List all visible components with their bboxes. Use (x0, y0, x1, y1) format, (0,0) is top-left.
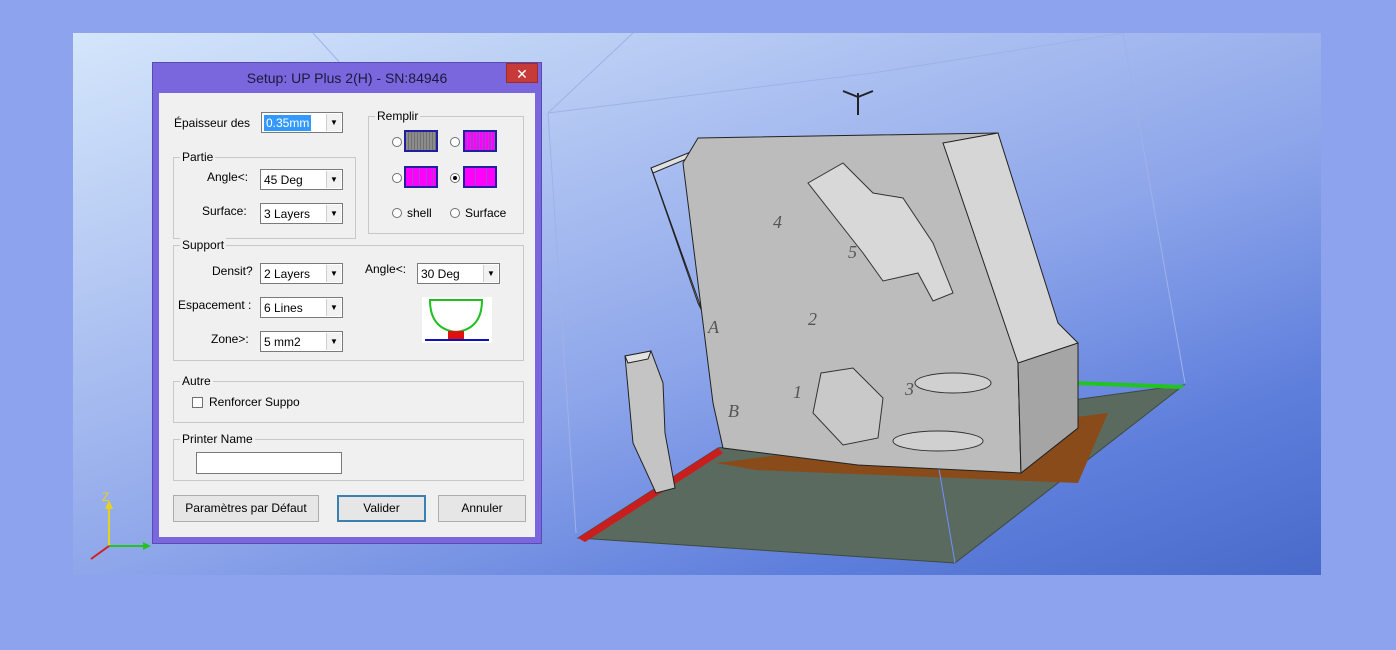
fill-option-4-swatch (463, 166, 497, 188)
close-icon[interactable]: ✕ (506, 63, 538, 83)
fill-option-4-radio[interactable] (450, 173, 460, 183)
support-spacing-label: Espacement : (178, 298, 252, 312)
support-density-label: Densit? (212, 264, 253, 278)
support-angle-value: 30 Deg (421, 267, 460, 281)
thickness-label: Épaisseur des (174, 116, 251, 130)
cancel-button[interactable]: Annuler (438, 495, 526, 522)
autre-legend: Autre (180, 374, 213, 388)
part-label: 3 (904, 379, 914, 399)
support-angle-label: Angle<: (365, 262, 407, 276)
thickness-select[interactable]: 0.35mm ▼ (261, 112, 343, 133)
fill-option-3-swatch (404, 166, 438, 188)
part-label: 2 (808, 309, 817, 329)
support-spacing-select[interactable]: 6 Lines ▼ (260, 297, 343, 318)
partie-legend: Partie (180, 150, 216, 164)
support-zone-value: 5 mm2 (264, 335, 301, 349)
support-shape-icon (422, 297, 492, 343)
fill-option-3-radio[interactable] (392, 173, 402, 183)
part-label: A (707, 317, 720, 337)
chevron-down-icon[interactable]: ▼ (326, 205, 341, 222)
dialog-title: Setup: UP Plus 2(H) - SN:84946 (246, 70, 448, 86)
fill-surface-radio[interactable] (450, 208, 460, 218)
fill-option-1-swatch (404, 130, 438, 152)
defaults-button[interactable]: Paramètres par Défaut (173, 495, 319, 522)
support-spacing-value: 6 Lines (264, 301, 303, 315)
dialog-body: Épaisseur des 0.35mm ▼ Partie Angle<: 45… (159, 93, 535, 537)
part-label: 5 (848, 242, 857, 262)
thickness-value: 0.35mm (264, 115, 312, 131)
printer-legend: Printer Name (180, 432, 255, 446)
partie-surface-label: Surface: (202, 204, 247, 218)
chevron-down-icon[interactable]: ▼ (326, 265, 341, 282)
partie-angle-select[interactable]: 45 Deg ▼ (260, 169, 343, 190)
fill-surface-label: Surface (465, 206, 507, 220)
support-zone-label: Zone>: (211, 332, 249, 346)
fill-shell-label: shell (407, 206, 432, 220)
partie-angle-value: 45 Deg (264, 173, 303, 187)
printer-name-input[interactable] (196, 452, 342, 474)
fill-option-2-swatch (463, 130, 497, 152)
part-label: 1 (793, 382, 802, 402)
remplir-legend: Remplir (375, 109, 421, 123)
support-density-select[interactable]: 2 Layers ▼ (260, 263, 343, 284)
chevron-down-icon[interactable]: ▼ (483, 265, 498, 282)
support-legend: Support (180, 238, 227, 252)
axis-gizmo-icon: Z (90, 490, 151, 560)
model-part[interactable] (650, 132, 1079, 475)
partie-surface-select[interactable]: 3 Layers ▼ (260, 203, 343, 224)
view-center-icon (842, 90, 874, 115)
chevron-down-icon[interactable]: ▼ (326, 333, 341, 350)
fill-shell-radio[interactable] (392, 208, 402, 218)
part-label: B (728, 401, 739, 421)
support-angle-select[interactable]: 30 Deg ▼ (417, 263, 500, 284)
setup-dialog: Setup: UP Plus 2(H) - SN:84946 ✕ Épaisse… (152, 62, 542, 544)
fill-option-2-radio[interactable] (450, 137, 460, 147)
partie-surface-value: 3 Layers (264, 207, 311, 221)
axis-z-label: Z (102, 490, 109, 504)
reinforce-support-checkbox[interactable] (192, 397, 203, 408)
reinforce-support-label: Renforcer Suppo (209, 395, 300, 409)
chevron-down-icon[interactable]: ▼ (326, 114, 341, 131)
platform-edge-y (1073, 381, 1184, 389)
ok-button[interactable]: Valider (337, 495, 426, 522)
support-density-value: 2 Layers (264, 267, 311, 281)
fill-option-1-radio[interactable] (392, 137, 402, 147)
title-bar[interactable]: Setup: UP Plus 2(H) - SN:84946 ✕ (153, 63, 541, 93)
support-zone-select[interactable]: 5 mm2 ▼ (260, 331, 343, 352)
chevron-down-icon[interactable]: ▼ (326, 171, 341, 188)
model-part-small[interactable] (624, 350, 676, 494)
partie-angle-label: Angle<: (207, 170, 249, 184)
chevron-down-icon[interactable]: ▼ (326, 299, 341, 316)
part-label: 4 (773, 212, 782, 232)
